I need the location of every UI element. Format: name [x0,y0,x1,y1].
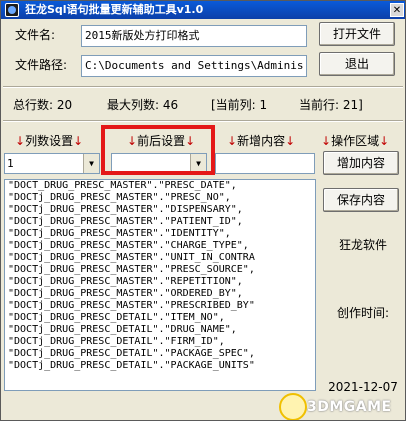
list-item[interactable]: "DOCTj_DRUG_PRESC_MASTER"."DISPENSARY", [5,204,315,216]
file-path-label: 文件路径: [15,58,68,72]
app-window: 狂龙Sql语句批量更新辅助工具v1.0 ✕ 文件名: 2015新版处方打印格式 … [0,0,406,421]
down-arrow-icon: ↓ [285,134,296,148]
ops-area-label: 操作区域 [331,134,380,148]
list-item[interactable]: "DOCTj_DRUG_PRESC_DETAIL"."PACKAGE_UNITS… [5,360,315,372]
total-rows-stat: 总行数: 20 [13,98,73,112]
down-arrow-icon: ↓ [321,134,332,148]
group-col-settings: ↓列数设置↓ [15,133,83,149]
list-item[interactable]: "DOCTj_DRUG_PRESC_MASTER"."REPETITION", [5,276,315,288]
col-count-select[interactable]: 1 ▼ [4,153,100,174]
list-item[interactable]: "DOCTj_DRUG_PRESC_MASTER"."ORDERED_BY", [5,288,315,300]
list-item[interactable]: "DOCTj_DRUG_PRESC_DETAIL"."ITEM_NO", [5,312,315,324]
list-item[interactable]: "DOCTj_DRUG_PRESC_MASTER"."PRESC_SOURCE"… [5,264,315,276]
list-item[interactable]: "DOCTj_DRUG_PRESC_DETAIL"."FIRM_ID", [5,336,315,348]
list-item[interactable]: "DOCTj_DRUG_PRESC_MASTER"."PRESC_NO", [5,192,315,204]
file-name-field[interactable]: 2015新版处方打印格式 [81,25,307,47]
list-item[interactable]: "DOCTj_DRUG_PRESC_MASTER"."CHARGE_TYPE", [5,240,315,252]
divider-mid [3,120,403,122]
new-content-label: 新增内容 [237,134,286,148]
watermark: 3DMGAME [263,393,403,420]
highlight-box [101,125,215,175]
save-content-button[interactable]: 保存内容 [323,188,399,212]
current-row-stat: 当前行: 21] [299,98,363,112]
new-content-input[interactable] [215,153,315,174]
col-settings-label: 列数设置 [25,134,74,148]
title-bar[interactable]: 狂龙Sql语句批量更新辅助工具v1.0 ✕ [1,1,405,19]
created-time-label: 创作时间: [336,306,390,320]
mascot-icon [279,393,307,420]
file-name-label: 文件名: [15,28,56,42]
group-ops-area: ↓操作区域↓ [321,133,389,149]
open-file-button[interactable]: 打开文件 [319,22,395,46]
down-arrow-icon: ↓ [379,134,390,148]
list-item[interactable]: "DOCTj_DRUG_PRESC_MASTER"."UNIT_IN_CONTR… [5,252,315,264]
list-item[interactable]: "DOCTj_DRUG_PRESC_DETAIL"."DRUG_NAME", [5,324,315,336]
close-button[interactable]: ✕ [390,3,404,17]
window-title: 狂龙Sql语句批量更新辅助工具v1.0 [25,3,204,16]
down-arrow-icon: ↓ [227,134,238,148]
max-cols-stat: 最大列数: 46 [107,98,179,112]
brand-label: 狂龙软件 [338,238,387,252]
exit-button[interactable]: 退出 [319,52,395,76]
sql-list[interactable]: "DOCT_DRUG_PRESC_MASTER"."PRESC_DATE", "… [4,179,316,391]
list-item[interactable]: "DOCTj_DRUG_PRESC_MASTER"."PRESCRIBED_BY… [5,300,315,312]
list-item[interactable]: "DOCT_DRUG_PRESC_MASTER"."PRESC_DATE", [5,180,315,192]
divider-top [3,86,403,88]
list-item[interactable]: "DOCTj_DRUG_PRESC_MASTER"."IDENTITY", [5,228,315,240]
group-new-content: ↓新增内容↓ [227,133,295,149]
current-col-stat: [当前列: 1 [211,98,268,112]
down-arrow-icon: ↓ [73,134,84,148]
add-content-button[interactable]: 增加内容 [323,151,399,175]
down-arrow-icon: ↓ [15,134,26,148]
list-item[interactable]: "DOCTj_DRUG_PRESC_MASTER"."PATIENT_ID", [5,216,315,228]
col-count-value: 1 [7,157,14,170]
list-item[interactable]: "DOCTj_DRUG_PRESC_DETAIL"."PACKAGE_SPEC"… [5,348,315,360]
app-icon [5,3,19,17]
watermark-text: 3DMGAME [307,399,392,415]
chevron-down-icon[interactable]: ▼ [83,154,99,173]
file-path-field[interactable]: C:\Documents and Settings\Adminis [81,55,307,77]
